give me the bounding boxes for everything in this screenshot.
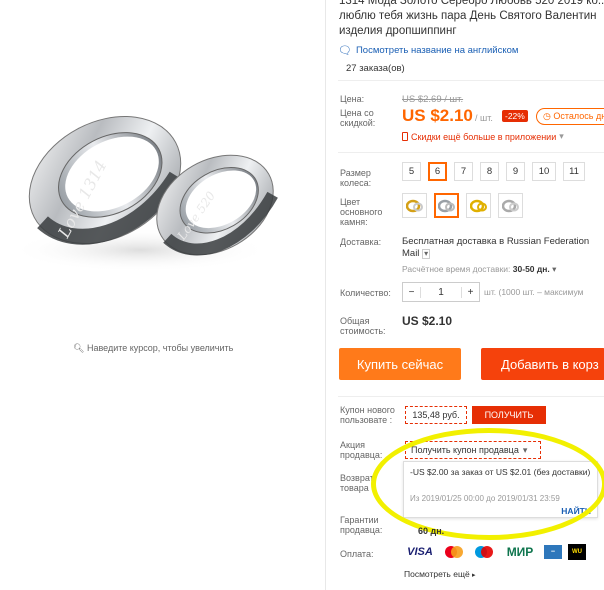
orders-count: 27 заказа(ов): [346, 63, 405, 74]
discount-badge: -22%: [502, 110, 528, 122]
magnifier-icon: 🔍︎: [73, 343, 85, 353]
delivery-time-label: Расчётное время доставки:: [402, 264, 511, 274]
divider: [338, 80, 604, 81]
quantity-input[interactable]: 1: [421, 287, 461, 298]
size-label: Размер колеса:: [340, 168, 372, 188]
chevron-down-icon[interactable]: ▾: [422, 249, 431, 259]
price-unit: / шт.: [475, 113, 493, 123]
get-coupon-button[interactable]: ПОЛУЧИТЬ: [472, 406, 546, 424]
size-option[interactable]: 11: [563, 162, 585, 181]
gold-ring-icon: [469, 199, 487, 212]
stone-option-silver[interactable]: [498, 193, 523, 218]
info-icon[interactable]: ▾: [552, 264, 556, 274]
current-price: US $2.10: [402, 106, 473, 125]
silver-ring-icon: [437, 199, 455, 212]
quantity-label: Количество:: [340, 288, 391, 298]
old-price: US $2.69 / шт.: [402, 94, 464, 105]
price-label: Цена:: [340, 94, 365, 104]
mastercard-icon: [442, 544, 466, 560]
time-left-text: Осталось дн: [553, 111, 604, 121]
divider: [338, 396, 604, 397]
shipping-info: Бесплатная доставка в Russian Federation…: [402, 236, 602, 260]
silver-ring-icon: [501, 199, 519, 212]
stock-info: шт. (1000 шт. – максимум: [484, 287, 584, 297]
gold-ring-icon: [405, 199, 423, 212]
new-user-coupon-amount: 135,48 руб.: [405, 406, 467, 424]
payment-methods: VISA МИР ═ WU: [404, 544, 586, 560]
chevron-right-icon: ▸: [472, 572, 476, 579]
size-option[interactable]: 8: [480, 162, 499, 181]
shipping-carrier: Mail: [402, 248, 420, 259]
visa-icon: VISA: [407, 546, 433, 558]
size-option-selected[interactable]: 6: [428, 162, 447, 181]
buy-now-button[interactable]: Купить сейчас: [339, 348, 461, 380]
product-gallery: Love 1314 Love 520 🔍︎ Наведите курсор, ч…: [0, 0, 325, 590]
time-left-badge: ◷ Осталось дн: [536, 108, 604, 125]
zoom-hint: 🔍︎ Наведите курсор, чтобы увеличить: [73, 343, 233, 354]
seller-guarantee-label: Гарантии продавца:: [340, 515, 383, 535]
stone-color-label: Цвет основного камня:: [340, 197, 383, 227]
seller-guarantee-value: 60 дн.: [418, 526, 445, 536]
more-payments-link[interactable]: Посмотреть ещё ▸: [404, 569, 476, 579]
clock-icon: ◷: [543, 111, 551, 121]
stone-options: [402, 193, 523, 218]
shipping-text: Бесплатная доставка в Russian Federation: [402, 236, 590, 247]
app-discount-link[interactable]: Скидки ещё больше в приложении ▾: [402, 131, 564, 142]
payment-label: Оплата:: [340, 549, 374, 559]
size-option[interactable]: 5: [402, 162, 421, 181]
divider: [338, 152, 604, 153]
discount-price-label: Цена со скидкой:: [340, 108, 376, 128]
delivery-time-value: 30-50 дн.: [512, 264, 550, 274]
shipping-label: Доставка:: [340, 237, 382, 247]
product-title: 1314 Мода Золото Серебро Любовь 520 2019…: [339, 0, 604, 37]
more-payments-text: Посмотреть ещё: [404, 569, 470, 579]
zoom-hint-text: Наведите курсор, чтобы увеличить: [86, 343, 234, 353]
total-label: Общая стоимость:: [340, 316, 386, 336]
maestro-icon: [472, 544, 496, 560]
app-discount-text: Скидки ещё больше в приложении: [411, 131, 557, 142]
product-image[interactable]: Love 1314 Love 520: [0, 60, 325, 340]
new-user-coupon-label: Купон нового пользовате :: [340, 405, 395, 425]
size-option[interactable]: 10: [532, 162, 556, 181]
add-to-cart-button[interactable]: Добавить в корз: [481, 348, 604, 380]
phone-icon: [402, 132, 408, 141]
stone-option-gold-2[interactable]: [466, 193, 491, 218]
delivery-time: Расчётное время доставки: 30-50 дн. ▾: [402, 264, 556, 275]
size-options: 5 6 7 8 9 10 11: [402, 162, 585, 181]
mir-icon: МИР: [506, 545, 534, 559]
size-option[interactable]: 7: [454, 162, 473, 181]
decrement-button[interactable]: −: [403, 286, 421, 298]
amex-icon: ═: [544, 545, 562, 559]
translate-icon: 🗨︎: [338, 45, 352, 57]
quantity-stepper: − 1 +: [402, 282, 480, 302]
western-union-icon: WU: [568, 544, 586, 560]
total-value: US $2.10: [402, 314, 453, 328]
stone-option-silver-selected[interactable]: [434, 193, 459, 218]
chevron-down-icon: ▾: [559, 131, 564, 141]
view-english-link[interactable]: 🗨︎ Посмотреть название на английском: [338, 44, 518, 57]
increment-button[interactable]: +: [461, 286, 479, 298]
view-english-text: Посмотреть название на английском: [355, 45, 519, 56]
size-option[interactable]: 9: [506, 162, 525, 181]
yellow-highlight-circle: [371, 428, 604, 540]
product-details: 1314 Мода Золото Серебро Любовь 520 2019…: [325, 0, 604, 590]
stone-option-gold[interactable]: [402, 193, 427, 218]
